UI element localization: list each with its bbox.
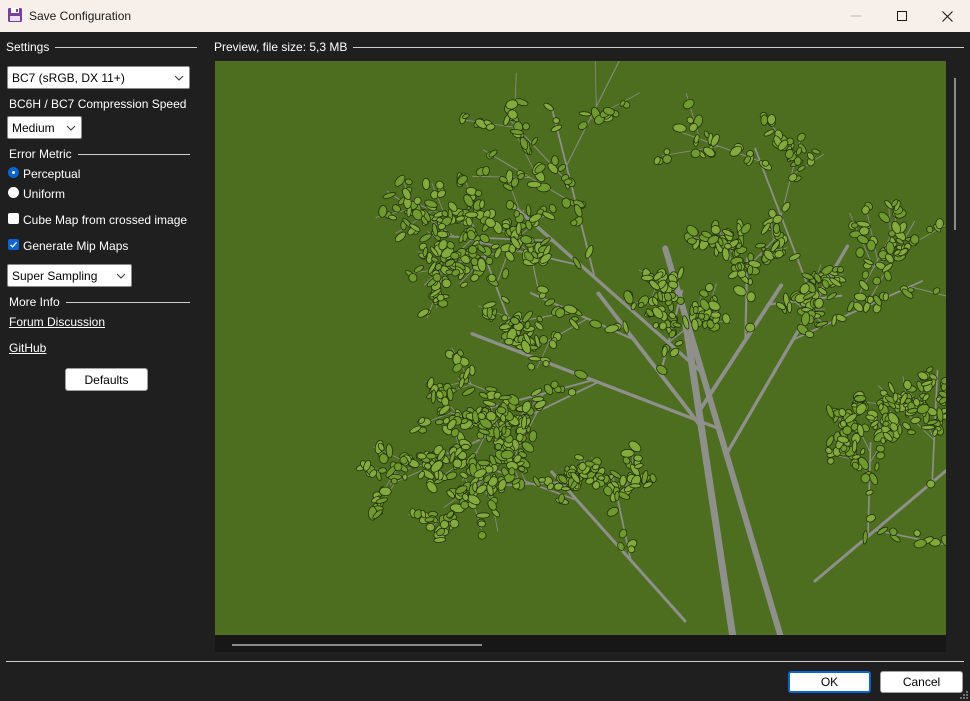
floppy-disk-icon: [8, 8, 22, 22]
mip-filter-combobox[interactable]: Super Sampling: [7, 264, 132, 287]
perceptual-label[interactable]: Perceptual: [23, 167, 80, 181]
maximize-icon: [897, 11, 907, 21]
more-info-header: More Info: [9, 295, 190, 309]
maximize-button[interactable]: [879, 0, 925, 32]
format-value: BC7 (sRGB, DX 11+): [12, 71, 125, 85]
defaults-button[interactable]: Defaults: [65, 368, 148, 391]
error-metric-header-line: [77, 153, 190, 155]
more-info-label: More Info: [9, 295, 60, 309]
mip-maps-label[interactable]: Generate Mip Maps: [23, 239, 128, 253]
tree-foliage-image: [355, 61, 946, 635]
title-bar: Save Configuration: [0, 0, 970, 32]
minimize-button[interactable]: [833, 0, 879, 32]
vertical-scrollbar-thumb[interactable]: [954, 78, 956, 230]
uniform-label[interactable]: Uniform: [23, 187, 65, 201]
chevron-down-icon: [116, 273, 126, 279]
github-link[interactable]: GitHub: [9, 341, 46, 355]
settings-header-label: Settings: [6, 40, 50, 54]
error-metric-header: Error Metric: [9, 147, 190, 161]
chevron-down-icon: [174, 75, 184, 81]
preview-header: Preview, file size: 5,3 MB: [214, 40, 964, 54]
speed-combobox[interactable]: Medium: [7, 116, 82, 139]
forum-discussion-link[interactable]: Forum Discussion: [9, 315, 105, 329]
close-icon: [941, 10, 953, 22]
speed-header: BC6H / BC7 Compression Speed: [9, 97, 190, 111]
minimize-icon: [851, 15, 861, 17]
preview-header-label: Preview, file size: 5,3 MB: [214, 40, 348, 54]
more-info-header-line: [65, 301, 190, 303]
resize-grip-icon[interactable]: [959, 690, 969, 700]
speed-label: BC6H / BC7 Compression Speed: [9, 97, 187, 111]
speed-value: Medium: [12, 121, 55, 135]
settings-header-line: [55, 46, 197, 48]
close-button[interactable]: [924, 0, 970, 32]
mip-maps-checkbox[interactable]: [8, 239, 19, 250]
cancel-button[interactable]: Cancel: [880, 671, 963, 693]
settings-header: Settings: [6, 40, 197, 54]
preview-image: [215, 61, 946, 635]
horizontal-scrollbar-thumb[interactable]: [232, 644, 482, 646]
checkmark-icon: [10, 241, 18, 248]
preview-header-line: [353, 46, 964, 48]
error-metric-label: Error Metric: [9, 147, 72, 161]
uniform-radio[interactable]: [8, 187, 19, 198]
footer-separator: [6, 661, 964, 662]
cube-map-checkbox[interactable]: [8, 213, 19, 224]
mip-filter-value: Super Sampling: [12, 269, 98, 283]
chevron-down-icon: [66, 125, 76, 131]
format-combobox[interactable]: BC7 (sRGB, DX 11+): [7, 66, 190, 89]
ok-button[interactable]: OK: [788, 671, 871, 693]
cube-map-label[interactable]: Cube Map from crossed image: [23, 213, 187, 227]
window-title: Save Configuration: [29, 9, 132, 23]
perceptual-radio[interactable]: [8, 167, 19, 178]
